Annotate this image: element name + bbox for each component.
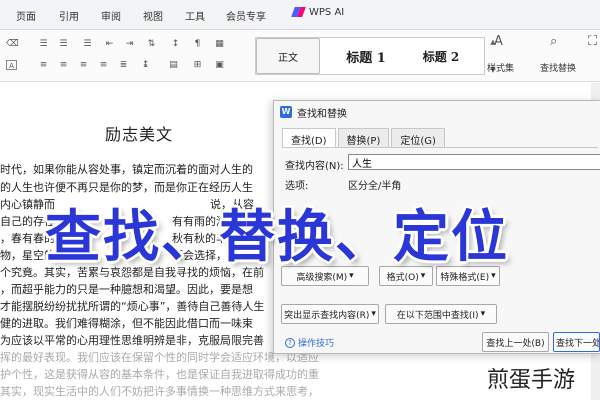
align-right-icon[interactable]: ≡ [78, 60, 89, 70]
chevron-down-icon: ▾ [371, 309, 376, 319]
style-normal[interactable]: 正文 [256, 38, 320, 74]
tab-review[interactable]: 审阅 [97, 6, 125, 25]
find-next-button[interactable]: 查找下一处 [553, 332, 600, 352]
bullet-list-icon[interactable]: ☰ [38, 39, 49, 49]
line-spacing-icon[interactable]: ↨ [140, 60, 151, 70]
tab-tools[interactable]: 工具 [181, 6, 209, 25]
wps-ai-button[interactable]: WPS AI [293, 6, 344, 18]
menu-bar: 页面 引用 审阅 视图 工具 会员专享 WPS AI [0, 0, 600, 30]
find-replace-label[interactable]: 查找替换 [540, 61, 576, 74]
find-replace-icon[interactable]: ⌕ [550, 34, 557, 49]
wps-writer-icon: W [280, 106, 292, 118]
style-heading-1[interactable]: 标题 1 [326, 38, 406, 74]
tips-label: 操作技巧 [298, 339, 335, 349]
doc-line: 才能摆脱纷纷扰扰所谓的“烦心事”，善待自己善待人生 [0, 300, 265, 313]
find-in-label: 在以下范围中查找(I) [396, 310, 479, 321]
tab-references[interactable]: 引用 [55, 6, 83, 25]
tab-find[interactable]: 查找(D) [282, 128, 336, 148]
select-icon[interactable]: ⛶ [588, 34, 597, 49]
tab-view[interactable]: 视图 [139, 6, 167, 25]
wps-ai-logo-icon [293, 6, 305, 18]
align-left-icon[interactable]: ≡ [38, 60, 49, 70]
chevron-down-icon: ▾ [480, 309, 486, 319]
style-set-icon[interactable]: A [494, 34, 503, 49]
doc-line: 为应该以平常的心用理性思维明辨是非，克服局限完善 [0, 334, 264, 347]
sort-icon[interactable]: ↕ [170, 39, 181, 49]
options-value: 区分全/半角 [348, 181, 402, 192]
style-gallery: 正文 标题 1 标题 2 ▲ ▼ [255, 37, 496, 75]
border-icon[interactable]: ⊞ [192, 60, 203, 70]
ribbon: ⌫ A ☰ ☰ ☰ ⇤ ⇥ ⇅ ↕ ¶ ▦ ≡ ≡ ≡ ≡ ≣ ↨ ▤ ⊞ ▣ … [0, 30, 600, 82]
multilevel-list-icon[interactable]: ☰ [82, 39, 93, 49]
dialog-title: 查找和替换 [297, 108, 347, 120]
table-icon[interactable]: ▦ [214, 39, 225, 49]
doc-line: 护个性，这是获得从容的基本条件，也是保证自我进取得成功的重 [0, 368, 319, 381]
indent-icon[interactable]: ⇥ [124, 39, 135, 49]
dialog-titlebar[interactable]: W 查找和替换 [274, 101, 600, 123]
doc-line: 挥的最好表现。我们应该在保留个性的同时学会适应环境，以适应 [0, 351, 319, 364]
align-justify-icon[interactable]: ≡ [98, 60, 109, 70]
eraser-icon[interactable]: ⌫ [6, 39, 19, 49]
dialog-tabs: 查找(D) 替换(P) 定位(G) [282, 128, 447, 148]
tab-member[interactable]: 会员专享 [222, 6, 270, 25]
tips-link[interactable]: ? 操作技巧 [285, 336, 334, 349]
shading-icon[interactable]: ▤ [168, 60, 179, 70]
outdent-icon[interactable]: ⇤ [104, 39, 115, 49]
text-direction-icon[interactable]: ⇅ [146, 39, 157, 49]
font-size-icon[interactable]: A [6, 60, 17, 70]
help-icon: ? [285, 337, 295, 348]
style-set-label[interactable]: 样式集 [487, 61, 514, 74]
tab-goto[interactable]: 定位(G) [391, 128, 445, 148]
style-heading-2[interactable]: 标题 2 [406, 38, 476, 74]
find-previous-button[interactable]: 查找上一处(B) [482, 332, 549, 352]
highlight-found-label: 突出显示查找内容(R) [284, 310, 370, 321]
find-input[interactable] [348, 154, 600, 170]
options-label: 选项: [285, 181, 309, 192]
doc-line: ，而超乎能力的只是一种臆想和渴望。因此，要是想 [0, 283, 253, 296]
find-in-button[interactable]: 在以下范围中查找(I) ▾ [385, 304, 497, 324]
find-next-label: 查找下一处 [556, 338, 600, 349]
tab-page[interactable]: 页面 [12, 6, 40, 25]
highlight-found-button[interactable]: 突出显示查找内容(R) ▾ [281, 304, 379, 324]
watermark: 煎蛋手游 [487, 368, 576, 393]
tab-replace[interactable]: 替换(P) [337, 128, 390, 148]
doc-line: 时代，如果你能从容处事，镇定而沉着的面对人生的 [0, 163, 253, 176]
number-list-icon[interactable]: ☰ [58, 39, 69, 49]
distribute-icon[interactable]: ≣ [118, 60, 129, 70]
doc-line: 其实，现实生活中的人们不妨把许多事情换一种思维方式来思考， [0, 385, 319, 398]
find-previous-label: 查找上一处(B) [486, 338, 545, 349]
show-marks-icon[interactable]: ¶ [192, 39, 203, 49]
doc-line: 健的进取。我们难得糊涂，但不能因此借口而一味束 [0, 317, 253, 330]
align-center-icon[interactable]: ≡ [58, 60, 69, 70]
overlay-banner: 查找、替换、定位 [45, 205, 509, 270]
document-title: 励志美文 [105, 125, 174, 144]
find-label: 查找内容(N): [285, 161, 344, 172]
paragraph-dialog-icon[interactable]: ▣ [214, 60, 225, 70]
wps-ai-label: WPS AI [309, 6, 345, 18]
